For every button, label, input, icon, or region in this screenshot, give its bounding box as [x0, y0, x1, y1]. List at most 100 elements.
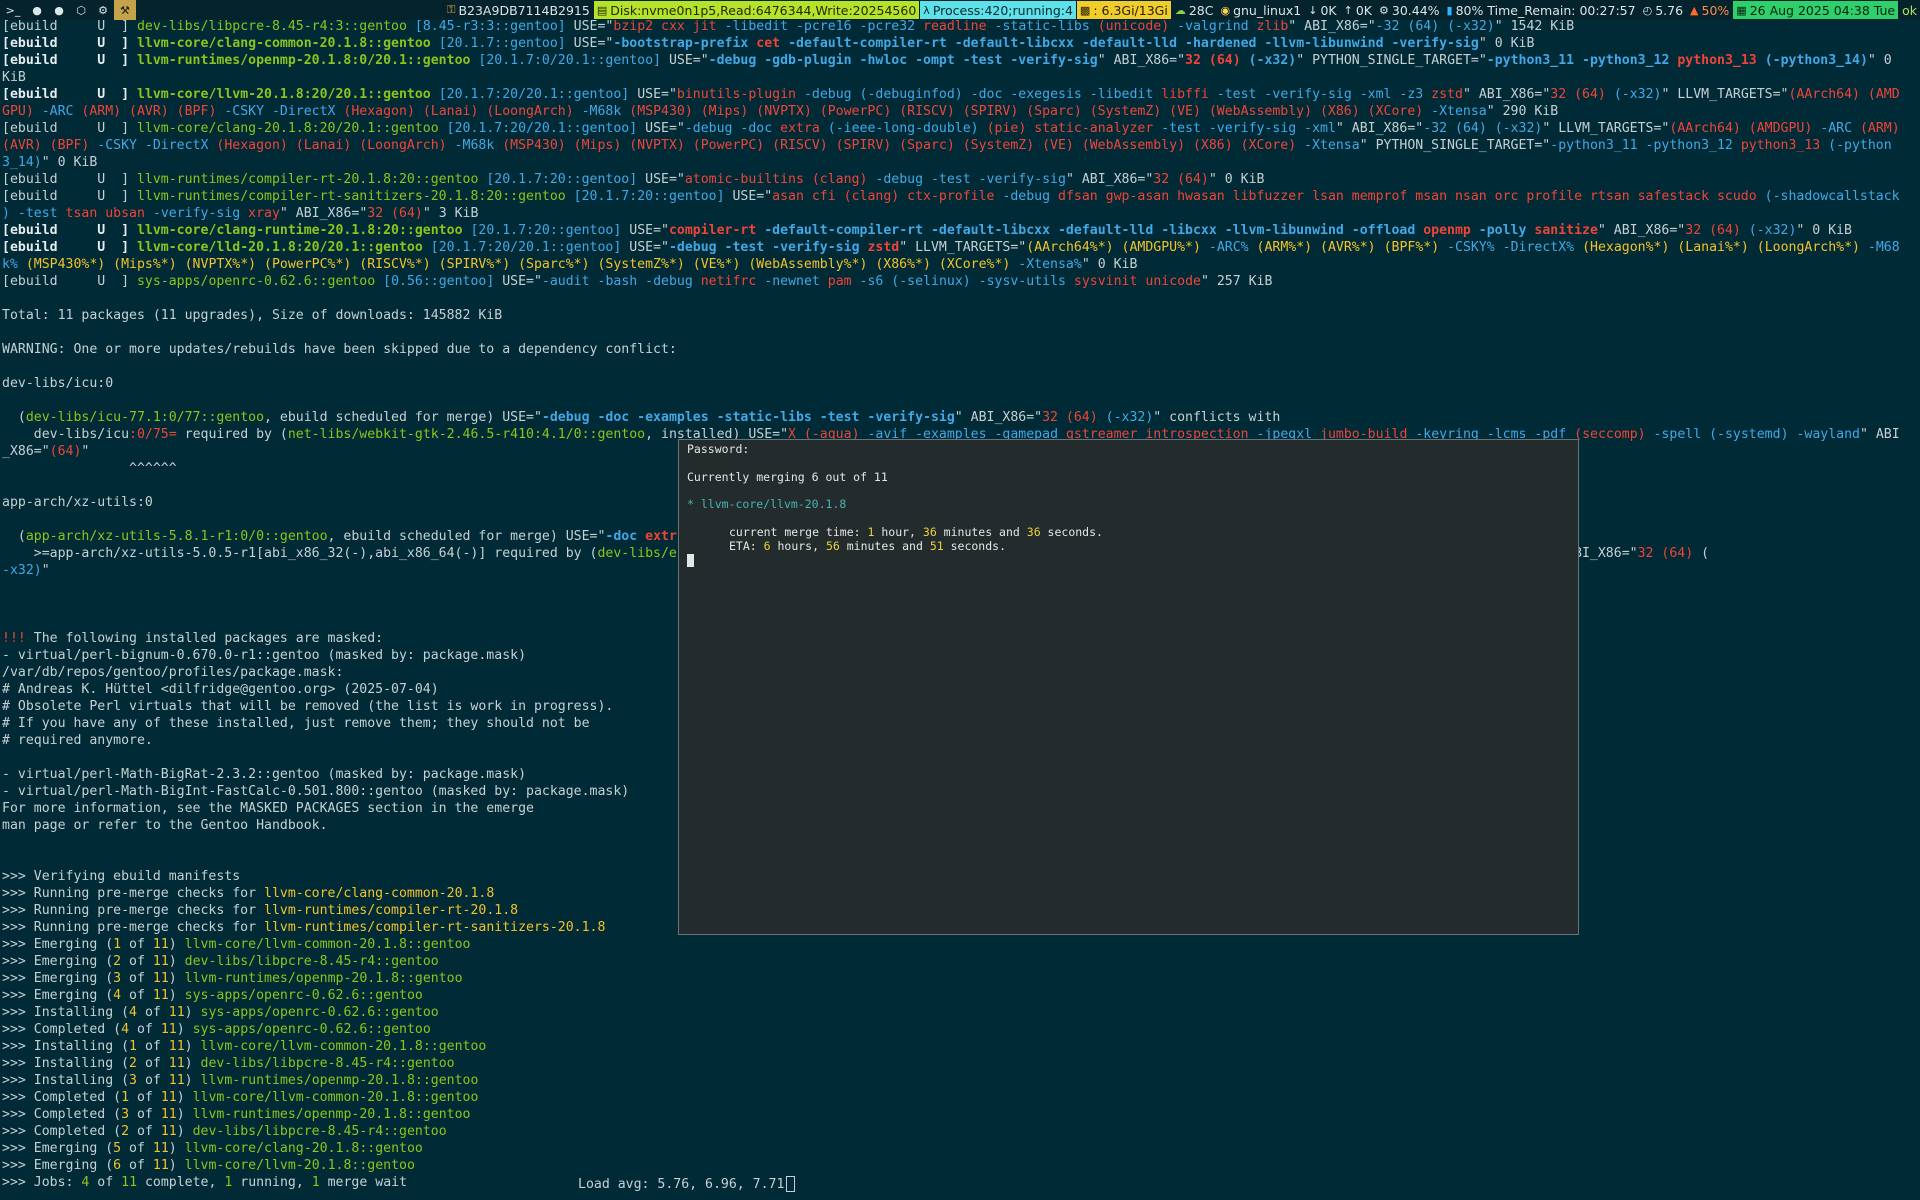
terminal-text-segment: dev-libs/libpcre-8.45-r4:3::gentoo — [136, 19, 415, 34]
terminal-text-segment: llvm-core/llvm-common-20.1.8::gentoo — [200, 1039, 487, 1054]
terminal-text-segment: " 1542 KiB — [1494, 19, 1575, 34]
terminal-text-segment: -Xtensa — [1304, 138, 1360, 153]
terminal-text-segment: (-ieee-long-double) — [827, 121, 987, 136]
terminal-text-segment: (AVR) (BPF) — [2, 138, 98, 153]
terminal-text-segment: (Hexagon%*) (Lanai%*) (LoongArch%*) — [1582, 240, 1868, 255]
terminal-text-segment: llvm-core/llvm-20.1.8::gentoo — [184, 1158, 415, 1173]
terminal-text-segment: >>> Emerging ( — [2, 1158, 114, 1173]
merge-seconds: 36 — [1026, 525, 1041, 539]
load-average: Load avg: 5.76, 6.96, 7.71 — [578, 1176, 796, 1192]
terminal-text-segment: (-python3_14) — [1764, 53, 1868, 68]
password-prompt: Password: — [687, 442, 750, 456]
terminal-text-segment: Total: 11 packages (11 upgrades), Size o… — [2, 308, 503, 323]
terminal-text-segment: 11 — [168, 1005, 185, 1020]
terminal-text-segment: ) — [168, 1141, 185, 1156]
terminal-text-segment: -ARC% — [1208, 240, 1257, 255]
upload-icon: ↑ — [1343, 3, 1353, 17]
terminal-text-segment: asan cfi (clang) ctx-profile — [772, 189, 1003, 204]
merge-minutes: 36 — [922, 525, 937, 539]
terminal-text-segment: llvm-runtimes/openmp-20.1.8::gentoo — [192, 1107, 471, 1122]
volume-status[interactable]: ▲ 50% — [1687, 1, 1732, 19]
workspace-firefox[interactable]: ● — [26, 0, 48, 20]
terminal-text-segment: of — [129, 1124, 161, 1139]
terminal-text-segment: " ABI_X86=" — [1597, 223, 1686, 238]
terminal-text-segment: USE=" — [502, 274, 542, 289]
terminal-text-segment: 32 (64) — [1153, 172, 1209, 187]
terminal-text-segment: zstd — [867, 240, 900, 255]
merge-time: current merge time: 1 hour, 36 minutes a… — [729, 525, 1103, 539]
terminal-text-segment: bzip2 cxx jit — [613, 19, 725, 34]
flame-icon: ⬡ — [76, 3, 86, 17]
wifi-status[interactable]: ◉ gnu_linux1 — [1217, 1, 1304, 19]
host-id: ⚿ B23A9DB7114B2915 — [444, 1, 593, 19]
terminal-text-segment: of — [89, 1175, 122, 1190]
terminal-text-segment: >>> Installing ( — [2, 1073, 130, 1088]
terminal-text-segment: -s6 (-selinux) -sysv-utils — [859, 274, 1074, 289]
terminal-text-segment: llvm-core/llvm-20.1.8:20/20.1::gentoo — [136, 87, 439, 102]
terminal-text-segment: (Hexagon) (Lanai) (LoongArch) — [343, 104, 582, 119]
terminal-text-segment: " — [81, 444, 90, 459]
disk-icon: ▤ — [596, 3, 608, 17]
terminal-text-segment: - virtual/perl-Math-BigRat-2.3.2::gentoo… — [2, 767, 527, 782]
workspace-tools[interactable]: ⚒ — [114, 0, 136, 20]
net-up: ↑ 0K — [1341, 1, 1375, 19]
terminal-text-segment: " ABI_X86=" — [1065, 172, 1154, 187]
workspace-linux[interactable]: ⚙ — [92, 0, 114, 20]
date-time[interactable]: ▦ 26 Aug 2025 04:38 Tue — [1733, 1, 1899, 19]
terminal-text-segment: openmp — [1423, 223, 1479, 238]
terminal-text-segment: (-x32) — [1748, 223, 1797, 238]
terminal-text-segment: -default-compiler-rt -default-libcxx -de… — [764, 223, 1424, 238]
temperature: ☁ 28C — [1172, 1, 1217, 19]
terminal-text-segment: 32 — [1185, 53, 1209, 68]
terminal-text-segment: # required anymore. — [2, 733, 153, 748]
terminal-text-segment: app-arch/xz-utils:0 — [2, 495, 153, 510]
workspace-circle[interactable]: ● — [48, 0, 70, 20]
terminal-text-segment: WARNING: One or more updates/rebuilds ha… — [2, 342, 677, 357]
terminal-line: >>> Emerging (5 of 11) llvm-core/clang-2… — [2, 1140, 1918, 1157]
terminal-text-segment: " 0 — [1867, 53, 1892, 68]
terminal-text-segment: complete, — [137, 1175, 225, 1190]
terminal-text-segment: >>> Completed ( — [2, 1107, 122, 1122]
terminal-text-segment: of — [121, 988, 153, 1003]
password-merge-dialog[interactable]: Password: Currently merging 6 out of 11 … — [678, 439, 1579, 935]
terminal-text-segment: 4 — [113, 988, 122, 1003]
terminal-text-segment: USE=" — [629, 223, 669, 238]
terminal-text-segment: " 0 KiB — [41, 155, 98, 170]
terminal-text-segment: 11 — [152, 1141, 169, 1156]
process-status: λ Process:420;running:4 — [920, 1, 1076, 19]
terminal-text-segment: of — [121, 971, 153, 986]
terminal-text-segment: llvm-runtimes/openmp-20.1.8::gentoo — [200, 1073, 479, 1088]
terminal-line: [ebuild U ] llvm-core/lld-20.1.8:20/20.1… — [2, 239, 1918, 256]
password-input[interactable] — [687, 553, 694, 567]
terminal-line: GPU) -ARC (ARM) (AVR) (BPF) -CSKY -Direc… — [2, 103, 1918, 120]
terminal-text-segment: extra — [780, 121, 828, 136]
terminal-text-segment: sys-apps/openrc-0.62.6::gentoo — [184, 988, 423, 1003]
terminal-line: [ebuild U ] llvm-runtimes/compiler-rt-20… — [2, 171, 1918, 188]
workspace-terminal[interactable]: >_ — [0, 0, 26, 20]
terminal-text-segment: 4 — [129, 1005, 137, 1020]
top-status-bar: >_ ● ● ⬡ ⚙ ⚒ ⚿ B23A9DB7114B2915 ▤ Disk:nvm… — [0, 0, 1920, 20]
terminal-text-segment: ) — [168, 954, 185, 969]
terminal-text-segment: xray — [248, 206, 280, 221]
terminal-text-segment: sysvinit unicode — [1073, 274, 1201, 289]
terminal-text-segment: 3 — [113, 971, 122, 986]
terminal-text-segment: " 0 KiB — [1478, 36, 1535, 51]
terminal-text-segment: >>> Emerging ( — [2, 1141, 114, 1156]
battery-status: ▮ 80% Time_Remain: 00:27:57 — [1444, 1, 1639, 19]
terminal-line: (dev-libs/icu-77.1:0/77::gentoo, ebuild … — [2, 409, 1918, 426]
net-down-text: 0K — [1320, 2, 1337, 18]
terminal-text-segment: -python3_11 -python3_12 — [1550, 138, 1741, 153]
terminal-text-segment: 11 — [152, 954, 169, 969]
terminal-text-segment: zstd — [1431, 87, 1463, 102]
terminal-text-segment: >>> Emerging ( — [2, 971, 114, 986]
terminal-text-segment: " PYTHON_SINGLE_TARGET=" — [1296, 53, 1487, 68]
terminal-text-segment: >>> Running pre-merge checks for — [2, 903, 265, 918]
workspace-flame[interactable]: ⬡ — [70, 0, 92, 20]
terminal-text-segment: " PYTHON_SINGLE_TARGET=" — [1359, 138, 1551, 153]
terminal-text-segment: -spell (-systemd) -wayland — [1653, 427, 1860, 442]
terminal-text-segment: net-libs/webkit-gtk-2.46.5-r410:4.1/0::g… — [287, 427, 646, 442]
terminal-text-segment: (-x32) — [1613, 87, 1662, 102]
wifi-icon: ◉ — [1220, 3, 1231, 17]
terminal-text-segment: 32 (64) — [367, 206, 423, 221]
